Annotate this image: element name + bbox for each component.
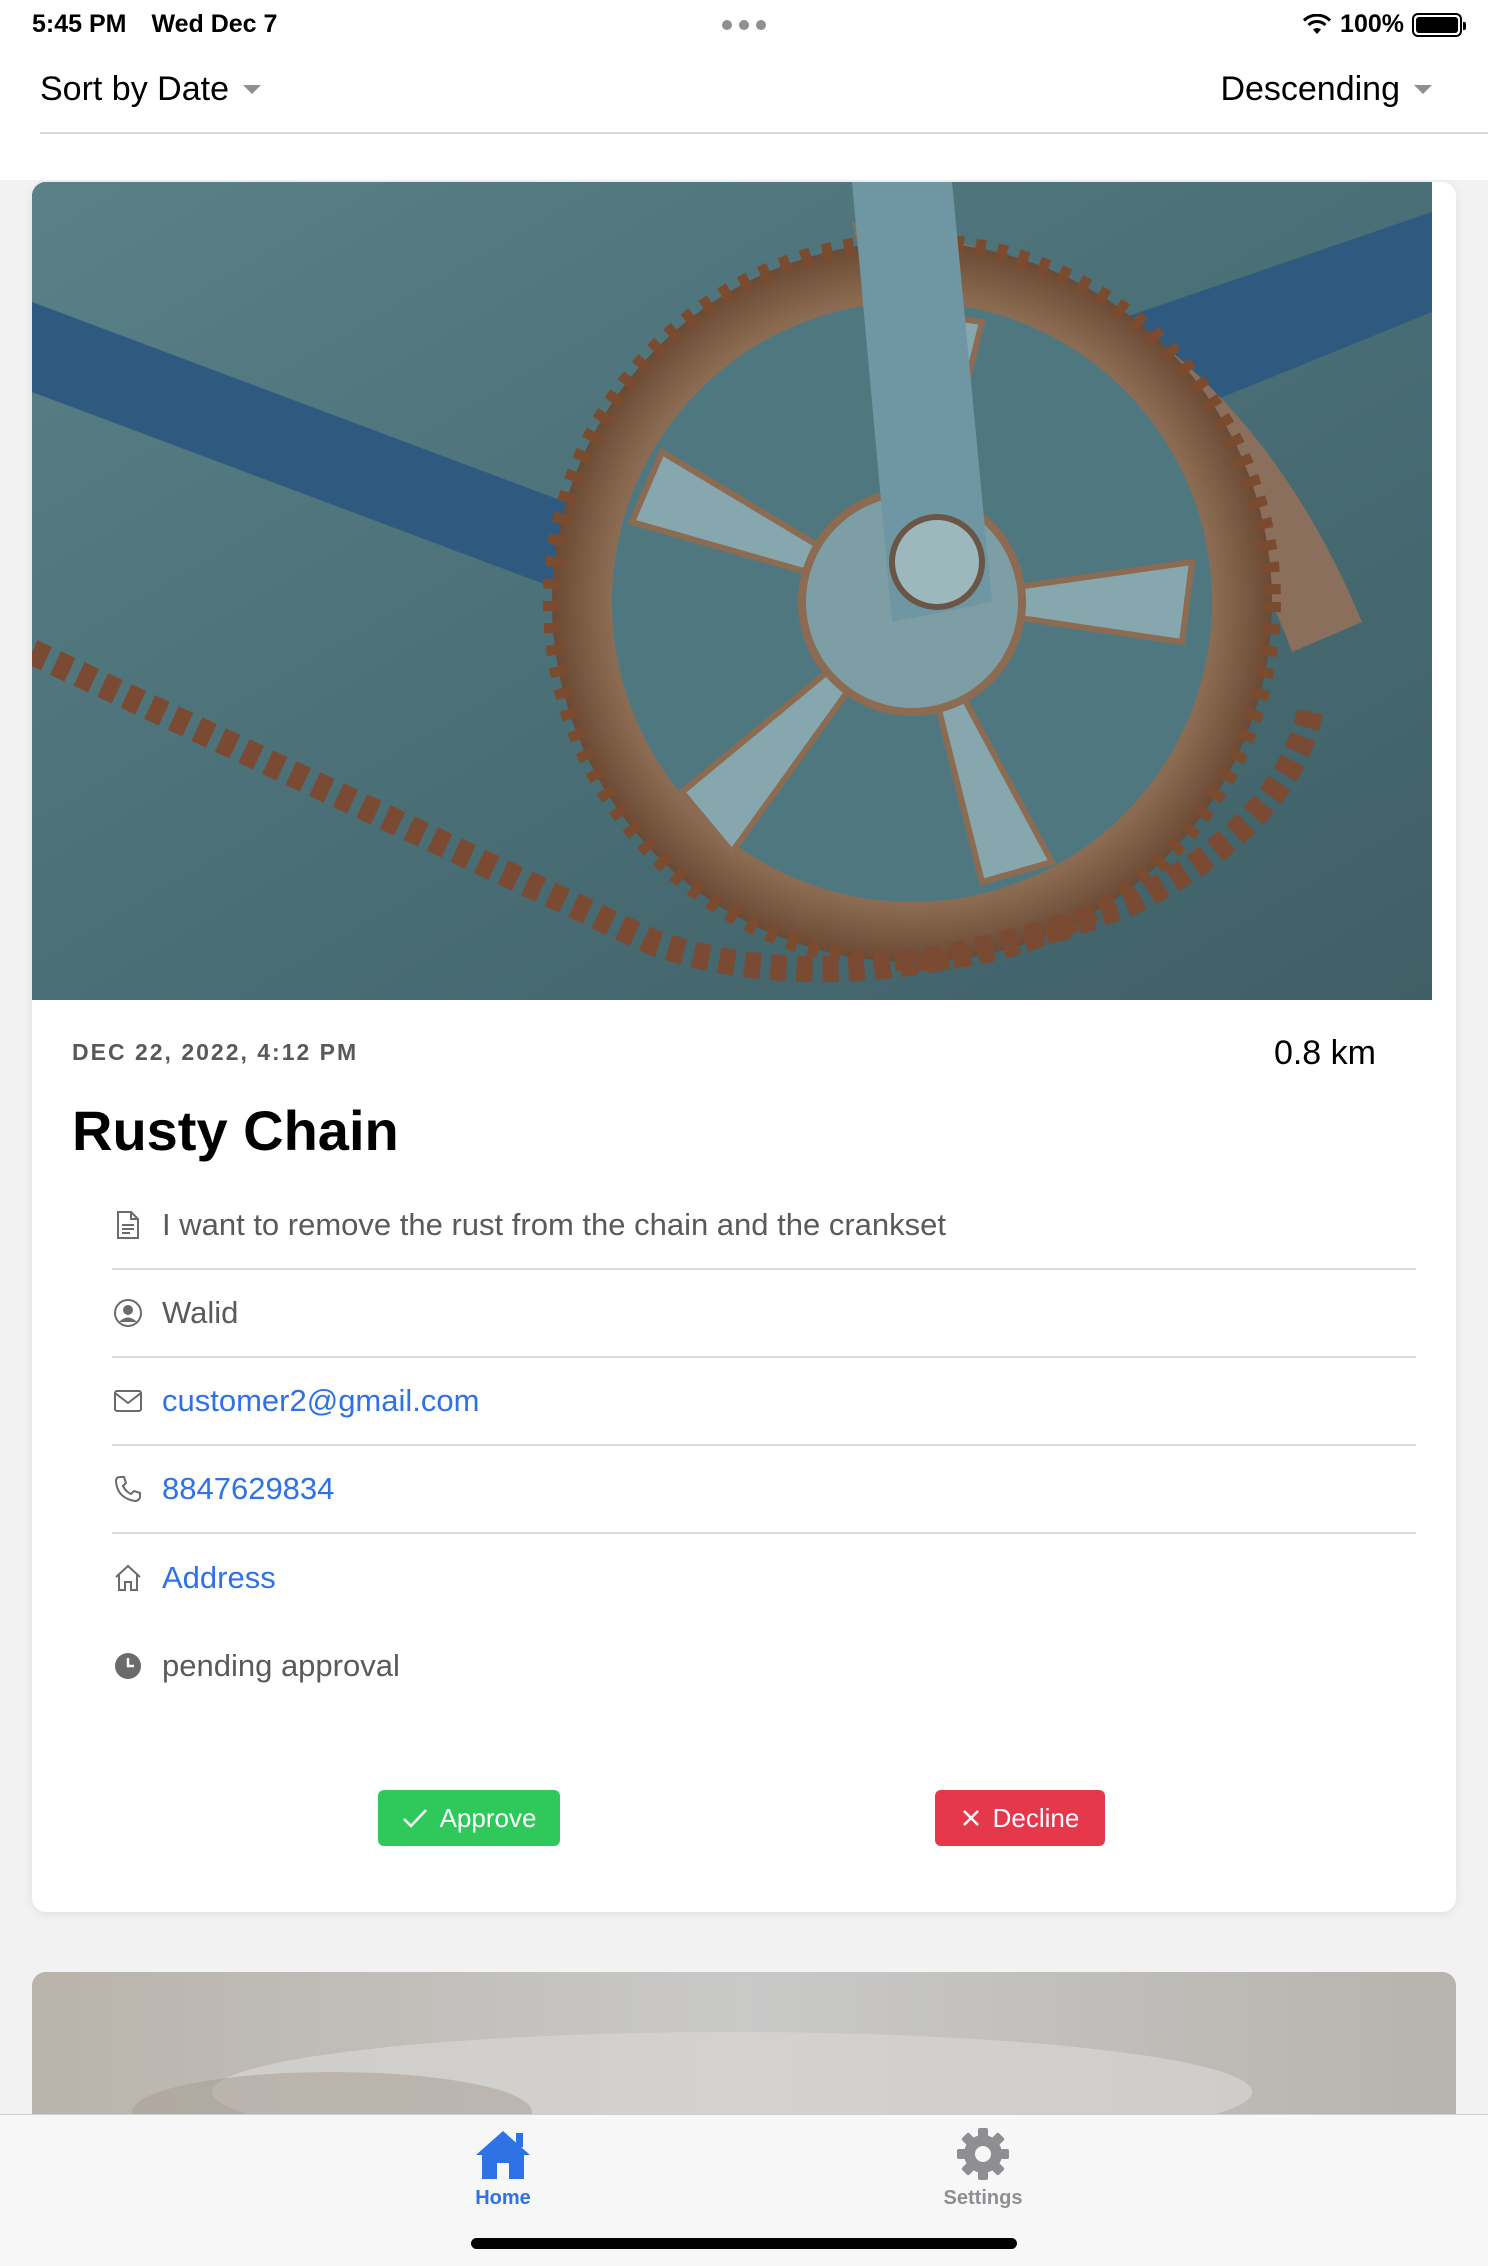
email-row[interactable]: customer2@gmail.com bbox=[112, 1358, 1416, 1446]
address-link[interactable]: Address bbox=[162, 1560, 276, 1596]
status-indicators: 100% bbox=[1302, 10, 1466, 39]
sort-by-label: Sort by Date bbox=[40, 70, 229, 108]
phone-link[interactable]: 8847629834 bbox=[162, 1471, 334, 1507]
clock-icon bbox=[112, 1650, 144, 1682]
app-screen: 5:45 PM Wed Dec 7 100% Sort by Date Desc… bbox=[0, 0, 1488, 2266]
status-row: pending approval bbox=[112, 1622, 1416, 1710]
home-indicator bbox=[471, 2238, 1017, 2249]
request-details: I want to remove the rust from the chain… bbox=[112, 1182, 1416, 1710]
home-outline-icon bbox=[112, 1562, 144, 1594]
battery-icon bbox=[1412, 12, 1466, 37]
phone-icon bbox=[112, 1473, 144, 1505]
sort-order-label: Descending bbox=[1220, 70, 1400, 108]
status-time: 5:45 PM Wed Dec 7 bbox=[32, 10, 277, 39]
description-row: I want to remove the rust from the chain… bbox=[112, 1182, 1416, 1270]
status-bar: 5:45 PM Wed Dec 7 100% bbox=[0, 0, 1488, 50]
status-time-text: 5:45 PM bbox=[32, 10, 127, 38]
sort-by-dropdown[interactable]: Sort by Date bbox=[40, 70, 261, 109]
description-text: I want to remove the rust from the chain… bbox=[162, 1207, 947, 1242]
status-date-text: Wed Dec 7 bbox=[151, 10, 278, 38]
request-actions: Approve Decline bbox=[32, 1790, 1456, 1846]
customer-row: Walid bbox=[112, 1270, 1416, 1358]
address-row[interactable]: Address bbox=[112, 1534, 1416, 1622]
customer-name: Walid bbox=[162, 1295, 239, 1330]
request-title: Rusty Chain bbox=[72, 1099, 399, 1162]
tab-settings-label: Settings bbox=[943, 2187, 1023, 2209]
request-date: DEC 22, 2022, 4:12 PM bbox=[72, 1039, 359, 1065]
decline-button[interactable]: Decline bbox=[935, 1790, 1105, 1846]
request-photo bbox=[32, 182, 1432, 1000]
wifi-icon bbox=[1302, 13, 1332, 34]
phone-row[interactable]: 8847629834 bbox=[112, 1446, 1416, 1534]
approve-label: Approve bbox=[439, 1802, 537, 1833]
approve-button[interactable]: Approve bbox=[378, 1790, 560, 1846]
tab-home[interactable]: Home bbox=[403, 2115, 603, 2210]
decline-label: Decline bbox=[992, 1802, 1080, 1833]
divider bbox=[40, 132, 1488, 134]
document-icon bbox=[112, 1209, 144, 1241]
battery-percent: 100% bbox=[1340, 10, 1404, 38]
tab-home-label: Home bbox=[475, 2187, 531, 2209]
status-text: pending approval bbox=[162, 1648, 400, 1683]
tab-settings[interactable]: Settings bbox=[883, 2115, 1083, 2210]
sort-order-dropdown[interactable]: Descending bbox=[1220, 70, 1432, 109]
gear-icon bbox=[953, 2125, 1013, 2183]
chevron-down-icon bbox=[1414, 85, 1432, 94]
user-circle-icon bbox=[112, 1297, 144, 1329]
mail-icon bbox=[112, 1385, 144, 1417]
request-card[interactable]: DEC 22, 2022, 4:12 PM 0.8 km Rusty Chain… bbox=[32, 182, 1456, 1912]
email-link[interactable]: customer2@gmail.com bbox=[162, 1383, 479, 1419]
checkmark-icon bbox=[402, 1809, 427, 1828]
home-icon bbox=[473, 2125, 533, 2183]
request-distance: 0.8 km bbox=[1273, 1034, 1376, 1072]
close-icon bbox=[962, 1810, 979, 1826]
chevron-down-icon bbox=[242, 85, 261, 94]
multitasking-dots-icon[interactable] bbox=[722, 20, 766, 30]
sort-header: Sort by Date Descending bbox=[0, 50, 1488, 180]
